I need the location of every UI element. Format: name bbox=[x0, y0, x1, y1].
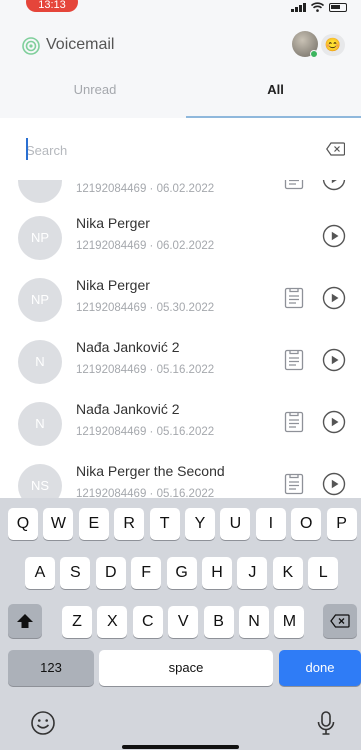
key-q[interactable]: Q bbox=[8, 508, 38, 540]
contact-name: Nađa Janković 2 bbox=[76, 401, 180, 417]
transcript-icon[interactable] bbox=[284, 473, 304, 495]
key-n[interactable]: N bbox=[239, 606, 269, 638]
key-i[interactable]: I bbox=[255, 508, 286, 540]
clear-search-icon[interactable] bbox=[326, 142, 345, 156]
key-l[interactable]: L bbox=[308, 557, 339, 589]
key-d[interactable]: D bbox=[95, 557, 126, 589]
shift-key[interactable] bbox=[8, 604, 42, 638]
header: Voicemail 😊 bbox=[0, 18, 361, 68]
contact-name: Nika Perger bbox=[76, 215, 150, 231]
onscreen-keyboard: QWERTYUIOP ASDFGHJKL ZXCVBNM 123 space d… bbox=[0, 498, 361, 750]
space-key[interactable]: space bbox=[99, 650, 273, 686]
key-c[interactable]: C bbox=[132, 606, 163, 638]
signal-icon bbox=[291, 2, 306, 12]
voicemail-row[interactable]: NP Nika Perger 12192084469 · 05.30.2022 bbox=[0, 267, 361, 329]
presence-status-dot bbox=[310, 50, 318, 58]
voicemail-number-date: 12192084469 · 06.02.2022 bbox=[76, 183, 215, 195]
microphone-icon[interactable] bbox=[313, 710, 339, 736]
key-y[interactable]: Y bbox=[185, 508, 215, 540]
key-g[interactable]: G bbox=[166, 557, 197, 589]
contact-name: Nika Perger bbox=[76, 277, 150, 293]
wifi-icon bbox=[311, 2, 324, 12]
key-v[interactable]: V bbox=[168, 606, 199, 638]
status-bar: 13:13 bbox=[0, 0, 361, 18]
transcript-icon[interactable] bbox=[284, 180, 304, 190]
play-icon[interactable] bbox=[322, 180, 346, 191]
done-key[interactable]: done bbox=[279, 650, 361, 686]
page-title: Voicemail bbox=[46, 36, 115, 53]
backspace-icon bbox=[330, 614, 350, 628]
voicemail-number-date: 12192084469 · 06.02.2022 bbox=[76, 240, 215, 252]
play-icon[interactable] bbox=[322, 224, 346, 248]
contact-name: Nađa Janković 2 bbox=[76, 339, 180, 355]
home-indicator bbox=[122, 745, 239, 749]
tab-unread[interactable]: Unread bbox=[0, 70, 190, 118]
key-m[interactable]: M bbox=[274, 606, 305, 638]
contact-avatar: N bbox=[18, 340, 62, 384]
key-f[interactable]: F bbox=[131, 557, 162, 589]
backspace-key[interactable] bbox=[323, 604, 357, 638]
status-emoji-button[interactable]: 😊 bbox=[321, 34, 345, 56]
tab-bar: Unread All bbox=[0, 70, 361, 118]
text-cursor bbox=[26, 138, 28, 160]
key-a[interactable]: A bbox=[25, 557, 55, 589]
key-j[interactable]: J bbox=[237, 557, 268, 589]
voicemail-number-date: 12192084469 · 05.16.2022 bbox=[76, 426, 215, 438]
play-icon[interactable] bbox=[322, 348, 346, 372]
contact-avatar: NP bbox=[18, 216, 62, 260]
key-u[interactable]: U bbox=[220, 508, 251, 540]
contact-avatar: NP bbox=[18, 278, 62, 322]
play-icon[interactable] bbox=[322, 472, 346, 496]
numbers-key[interactable]: 123 bbox=[8, 650, 94, 686]
play-icon[interactable] bbox=[322, 410, 346, 434]
search-input[interactable] bbox=[26, 140, 306, 160]
search-bar bbox=[0, 118, 361, 182]
shift-arrow-icon bbox=[17, 614, 33, 628]
voicemail-row[interactable]: N Nađa Janković 2 12192084469 · 05.16.2022 bbox=[0, 391, 361, 453]
key-t[interactable]: T bbox=[149, 508, 180, 540]
battery-icon bbox=[329, 2, 347, 12]
contact-avatar: N bbox=[18, 402, 62, 446]
status-time: 13:13 bbox=[26, 0, 78, 12]
emoji-keyboard-icon[interactable] bbox=[30, 710, 56, 736]
key-z[interactable]: Z bbox=[62, 606, 92, 638]
key-h[interactable]: H bbox=[202, 557, 232, 589]
voicemail-app-icon bbox=[22, 37, 40, 55]
key-e[interactable]: E bbox=[78, 508, 109, 540]
key-w[interactable]: W bbox=[43, 508, 74, 540]
key-o[interactable]: O bbox=[291, 508, 322, 540]
contact-avatar: NS bbox=[18, 464, 62, 500]
voicemail-number-date: 12192084469 · 05.16.2022 bbox=[76, 364, 215, 376]
transcript-icon[interactable] bbox=[284, 349, 304, 371]
key-k[interactable]: K bbox=[272, 557, 303, 589]
key-b[interactable]: B bbox=[203, 606, 234, 638]
voicemail-screen: 13:13 Voicemail 😊 Unread All Search 1219… bbox=[0, 0, 361, 750]
status-icons bbox=[291, 2, 347, 12]
voicemail-list: 12192084469 · 06.02.2022 NP Nika Perger 121… bbox=[0, 180, 361, 500]
voicemail-number-date: 12192084469 · 05.30.2022 bbox=[76, 302, 215, 314]
key-x[interactable]: X bbox=[97, 606, 128, 638]
transcript-icon[interactable] bbox=[284, 411, 304, 433]
play-icon[interactable] bbox=[322, 286, 346, 310]
voicemail-row[interactable]: NS Nika Perger the Second 12192084469 · 05… bbox=[0, 453, 361, 500]
key-s[interactable]: S bbox=[60, 557, 91, 589]
tab-all[interactable]: All bbox=[190, 70, 361, 118]
key-p[interactable]: P bbox=[326, 508, 357, 540]
contact-avatar bbox=[18, 180, 62, 203]
key-r[interactable]: R bbox=[114, 508, 145, 540]
transcript-icon[interactable] bbox=[284, 287, 304, 309]
voicemail-row[interactable]: NP Nika Perger 12192084469 · 06.02.2022 bbox=[0, 205, 361, 267]
voicemail-row[interactable]: N Nađa Janković 2 12192084469 · 05.16.2022 bbox=[0, 329, 361, 391]
contact-name: Nika Perger the Second bbox=[76, 463, 225, 479]
